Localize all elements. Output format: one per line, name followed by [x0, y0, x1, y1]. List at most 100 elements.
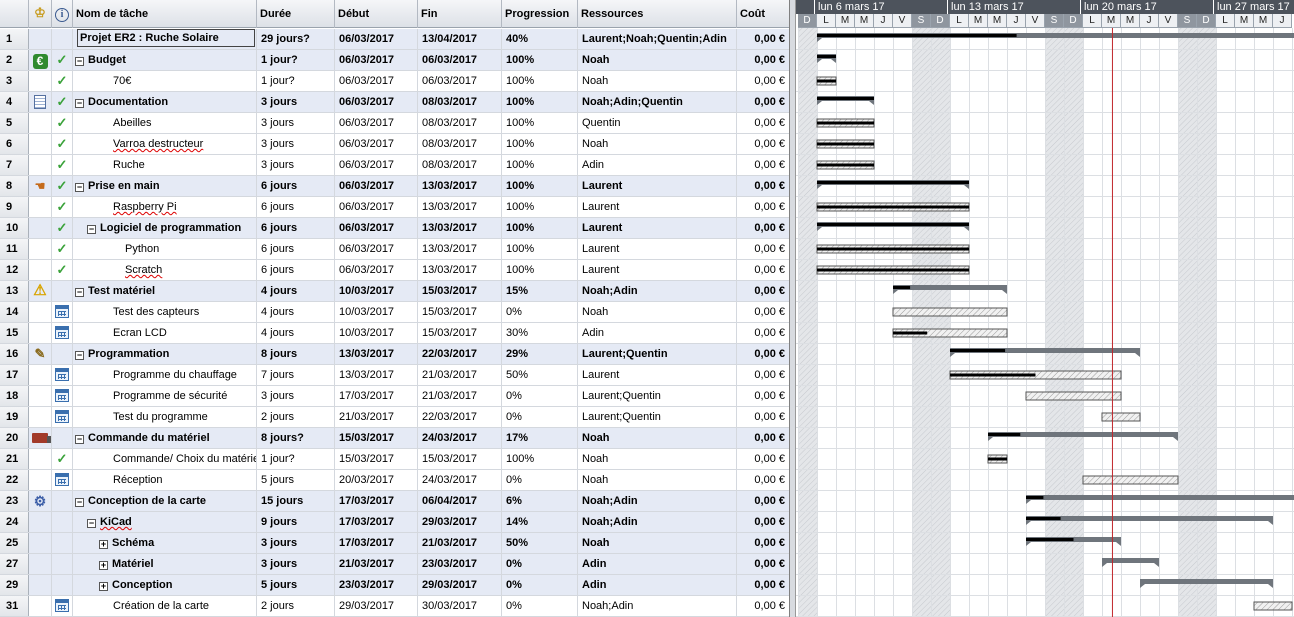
task-progress[interactable]: 40%: [502, 29, 578, 49]
task-progress[interactable]: 100%: [502, 176, 578, 196]
task-id[interactable]: 23: [0, 491, 29, 511]
task-progress[interactable]: 100%: [502, 113, 578, 133]
task-name-cell[interactable]: Programme de sécurité: [73, 386, 257, 406]
task-start[interactable]: 21/03/2017: [335, 554, 418, 574]
task-cost[interactable]: 0,00 €: [737, 554, 789, 574]
task-duration[interactable]: 8 jours: [257, 344, 335, 364]
task-progress[interactable]: 0%: [502, 302, 578, 322]
task-row[interactable]: 8 ☚ ✓ − Prise en main 6 jours 06/03/2017 13/03/…: [0, 176, 789, 197]
task-end[interactable]: 15/03/2017: [418, 302, 502, 322]
task-start[interactable]: 13/03/2017: [335, 365, 418, 385]
task-resources[interactable]: Laurent: [578, 260, 737, 280]
task-row[interactable]: 22 Réception 5 jours 20/03/2017 24/03/2017 0%…: [0, 470, 789, 491]
task-id[interactable]: 8: [0, 176, 29, 196]
task-duration[interactable]: 2 jours: [257, 596, 335, 616]
task-name-cell[interactable]: − Logiciel de programmation: [73, 218, 257, 238]
task-name-cell[interactable]: Test des capteurs: [73, 302, 257, 322]
task-end[interactable]: 06/03/2017: [418, 71, 502, 91]
task-cost[interactable]: 0,00 €: [737, 386, 789, 406]
task-resources[interactable]: Adin: [578, 155, 737, 175]
task-id[interactable]: 31: [0, 596, 29, 616]
task-start[interactable]: 06/03/2017: [335, 218, 418, 238]
task-name-cell[interactable]: 70€: [73, 71, 257, 91]
task-start[interactable]: 10/03/2017: [335, 323, 418, 343]
task-start[interactable]: 10/03/2017: [335, 281, 418, 301]
task-progress[interactable]: 14%: [502, 512, 578, 532]
task-cost[interactable]: 0,00 €: [737, 575, 789, 595]
task-end[interactable]: 13/03/2017: [418, 197, 502, 217]
task-resources[interactable]: Noah: [578, 470, 737, 490]
task-start[interactable]: 06/03/2017: [335, 71, 418, 91]
task-cost[interactable]: 0,00 €: [737, 176, 789, 196]
task-duration[interactable]: 2 jours: [257, 407, 335, 427]
task-resources[interactable]: Laurent;Quentin: [578, 407, 737, 427]
task-cost[interactable]: 0,00 €: [737, 92, 789, 112]
task-duration[interactable]: 6 jours: [257, 239, 335, 259]
task-start[interactable]: 06/03/2017: [335, 50, 418, 70]
task-progress[interactable]: 100%: [502, 155, 578, 175]
task-name-cell[interactable]: Programme du chauffage: [73, 365, 257, 385]
task-resources[interactable]: Laurent;Noah;Quentin;Adin: [578, 29, 737, 49]
collapse-icon[interactable]: −: [75, 99, 84, 108]
task-cost[interactable]: 0,00 €: [737, 344, 789, 364]
task-start[interactable]: 17/03/2017: [335, 533, 418, 553]
task-duration[interactable]: 3 jours: [257, 134, 335, 154]
task-row[interactable]: 5 ✓ Abeilles 3 jours 06/03/2017 08/03/2017 100…: [0, 113, 789, 134]
task-resources[interactable]: Laurent: [578, 176, 737, 196]
task-duration[interactable]: 15 jours: [257, 491, 335, 511]
task-row[interactable]: 6 ✓ Varroa destructeur 3 jours 06/03/2017 08/…: [0, 134, 789, 155]
start-column-header[interactable]: Début: [335, 0, 418, 28]
task-cost[interactable]: 0,00 €: [737, 470, 789, 490]
task-id[interactable]: 21: [0, 449, 29, 469]
expand-icon[interactable]: +: [99, 561, 108, 570]
task-id[interactable]: 4: [0, 92, 29, 112]
task-name-cell[interactable]: − Programmation: [73, 344, 257, 364]
task-start[interactable]: 06/03/2017: [335, 92, 418, 112]
task-resources[interactable]: Noah;Adin: [578, 512, 737, 532]
task-progress[interactable]: 6%: [502, 491, 578, 511]
task-duration[interactable]: 5 jours: [257, 470, 335, 490]
task-end[interactable]: 13/03/2017: [418, 218, 502, 238]
task-duration[interactable]: 1 jour?: [257, 449, 335, 469]
task-id[interactable]: 5: [0, 113, 29, 133]
task-end[interactable]: 24/03/2017: [418, 470, 502, 490]
task-cost[interactable]: 0,00 €: [737, 365, 789, 385]
collapse-icon[interactable]: −: [75, 57, 84, 66]
task-name-cell[interactable]: − Commande du matériel: [73, 428, 257, 448]
gantt-chart[interactable]: lun 6 mars 17 lun 13 mars 17 lun 20 mars 1…: [796, 0, 1294, 617]
task-resources[interactable]: Quentin: [578, 113, 737, 133]
task-row[interactable]: 15 Ecran LCD 4 jours 10/03/2017 15/03/2017 30…: [0, 323, 789, 344]
task-resources[interactable]: Noah: [578, 449, 737, 469]
task-resources[interactable]: Laurent;Quentin: [578, 344, 737, 364]
task-name-cell[interactable]: − KiCad: [73, 512, 257, 532]
task-end[interactable]: 29/03/2017: [418, 575, 502, 595]
task-end[interactable]: 22/03/2017: [418, 407, 502, 427]
id-column-header[interactable]: [0, 0, 29, 28]
task-resources[interactable]: Laurent: [578, 197, 737, 217]
task-start[interactable]: 21/03/2017: [335, 407, 418, 427]
expand-icon[interactable]: +: [99, 582, 108, 591]
task-name-cell[interactable]: − Prise en main: [73, 176, 257, 196]
task-resources[interactable]: Adin: [578, 575, 737, 595]
task-start[interactable]: 17/03/2017: [335, 386, 418, 406]
task-end[interactable]: 08/03/2017: [418, 92, 502, 112]
task-duration[interactable]: 3 jours: [257, 533, 335, 553]
task-id[interactable]: 13: [0, 281, 29, 301]
task-id[interactable]: 25: [0, 533, 29, 553]
task-resources[interactable]: Laurent;Quentin: [578, 386, 737, 406]
task-name-cell[interactable]: − Budget: [73, 50, 257, 70]
task-progress[interactable]: 50%: [502, 365, 578, 385]
task-resources[interactable]: Laurent: [578, 239, 737, 259]
task-resources[interactable]: Noah: [578, 302, 737, 322]
collapse-icon[interactable]: −: [75, 288, 84, 297]
task-progress[interactable]: 15%: [502, 281, 578, 301]
task-id[interactable]: 14: [0, 302, 29, 322]
task-id[interactable]: 20: [0, 428, 29, 448]
task-cost[interactable]: 0,00 €: [737, 71, 789, 91]
task-progress[interactable]: 29%: [502, 344, 578, 364]
name-column-header[interactable]: Nom de tâche: [73, 0, 257, 28]
task-duration[interactable]: 4 jours: [257, 323, 335, 343]
task-end[interactable]: 13/03/2017: [418, 176, 502, 196]
indicator-column-header[interactable]: ♔: [29, 0, 52, 28]
task-resources[interactable]: Noah;Adin: [578, 281, 737, 301]
